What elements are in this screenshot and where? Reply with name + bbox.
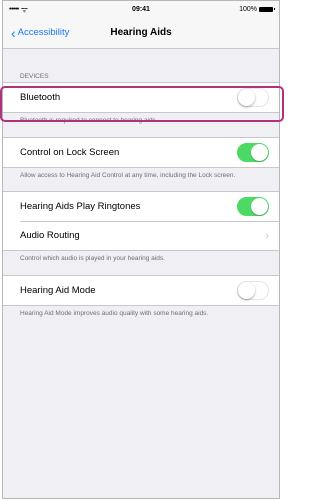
ringtones-row: Hearing Aids Play Ringtones [3,192,279,221]
ringtones-group: Hearing Aids Play Ringtones Audio Routin… [3,191,279,251]
ringtones-label: Hearing Aids Play Ringtones [20,201,141,212]
nav-bar: ‹ Accessibility Hearing Aids [3,17,279,49]
bluetooth-footer: Bluetooth is required to connect to hear… [20,117,158,124]
audio-routing-footer: Control which audio is played in your he… [20,255,165,262]
ringtones-toggle[interactable] [237,197,269,216]
hearing-aid-mode-row: Hearing Aid Mode [3,276,279,305]
lock-screen-row: Control on Lock Screen [3,138,279,167]
audio-routing-row[interactable]: Audio Routing › [3,221,279,250]
hearing-aid-mode-footer: Hearing Aid Mode improves audio quality … [20,309,209,317]
phone-screen: ••••• ᯤ 09:41 100% ‹ Accessibility Heari… [2,0,280,499]
chevron-left-icon: ‹ [11,24,16,41]
toggle-knob [238,281,255,299]
audio-routing-label: Audio Routing [20,230,80,241]
lock-screen-group: Control on Lock Screen [3,136,279,168]
toggle-knob [251,143,268,161]
section-header-devices: DEVICES [20,73,49,80]
hearing-aid-mode-toggle[interactable] [237,280,269,300]
status-bar: ••••• ᯤ 09:41 100% [3,1,279,17]
bluetooth-row: Bluetooth [3,83,279,112]
bluetooth-toggle[interactable] [237,88,269,107]
bluetooth-label: Bluetooth [20,92,61,103]
hearing-aid-mode-label: Hearing Aid Mode [20,284,96,296]
back-label: Accessibility [17,27,70,38]
mode-group: Hearing Aid Mode [3,274,279,306]
lock-screen-toggle[interactable] [237,142,269,162]
status-time: 09:41 [132,5,150,13]
battery-icon [259,6,275,12]
back-button[interactable]: ‹ Accessibility [3,26,69,40]
toggle-knob [251,198,268,215]
lock-screen-label: Control on Lock Screen [20,146,120,158]
devices-group: Bluetooth [3,82,279,113]
lock-screen-footer: Allow access to Hearing Aid Control at a… [20,171,236,179]
chevron-right-icon: › [265,229,269,242]
toggle-knob [238,89,255,106]
